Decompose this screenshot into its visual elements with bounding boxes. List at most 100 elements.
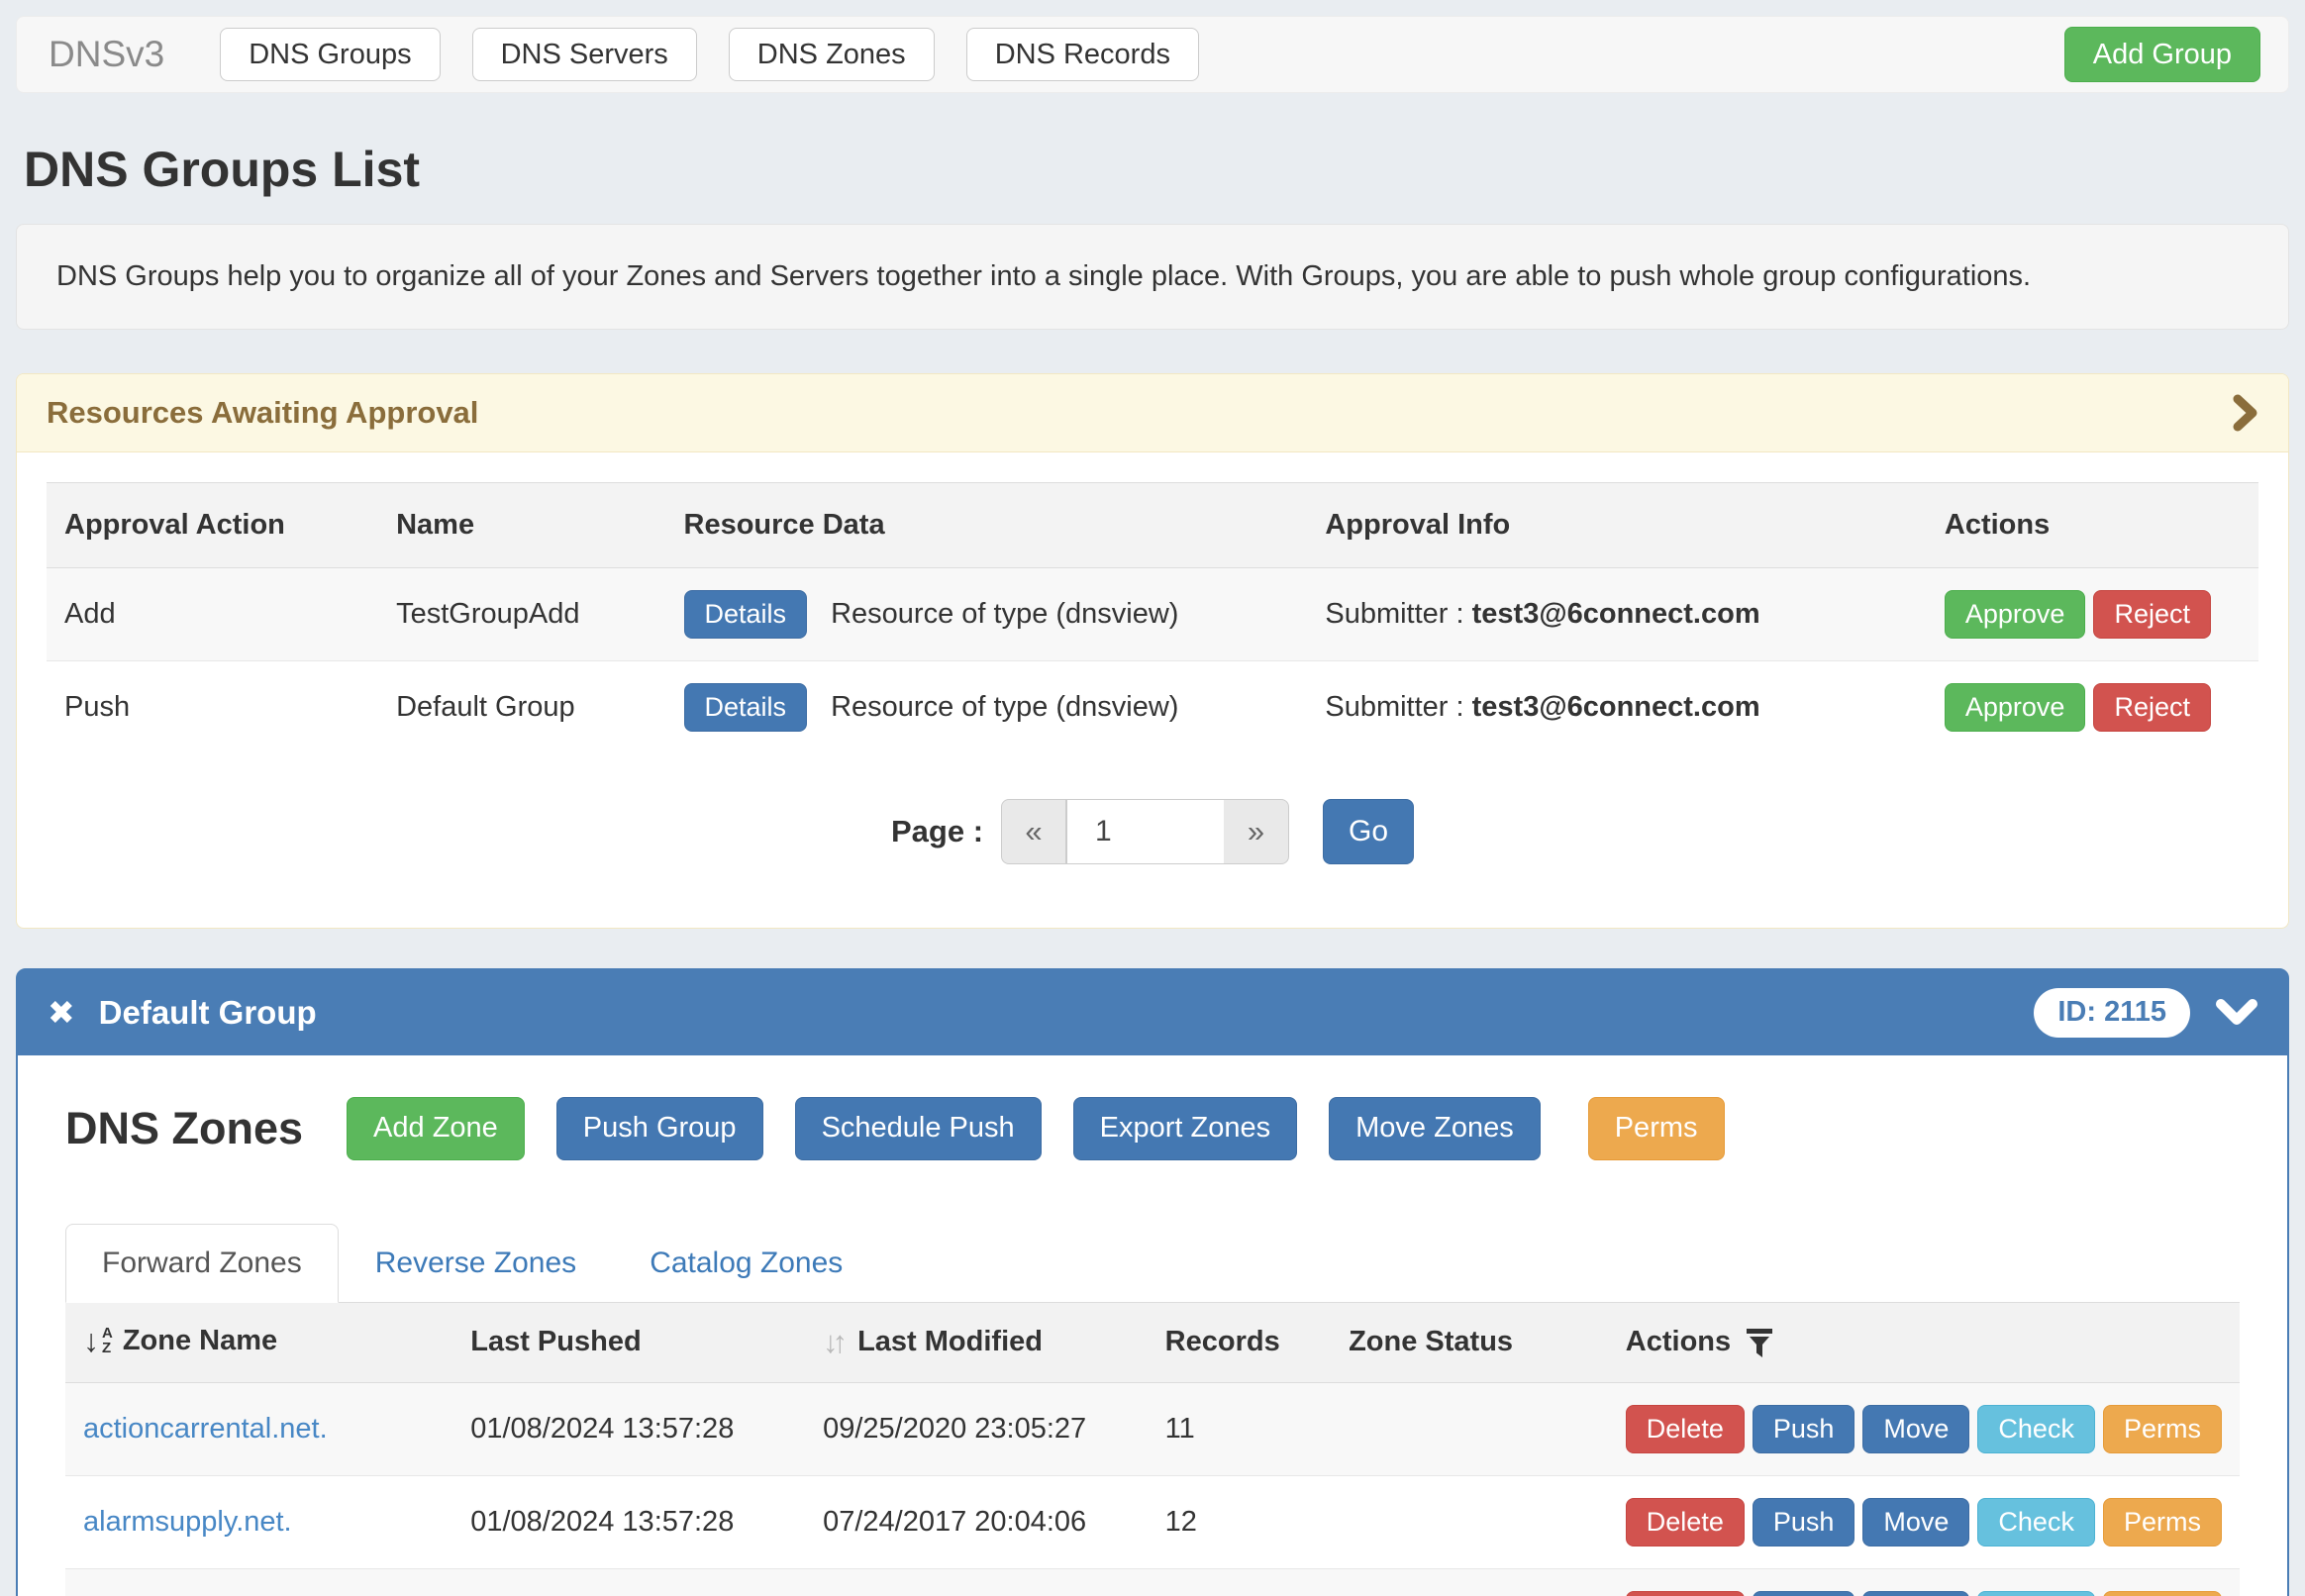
push-button[interactable]: Push <box>1753 1498 1855 1546</box>
approval-table-header-row: Approval Action Name Resource Data Appro… <box>47 483 2258 568</box>
col-last-modified: ↓↑ Last Modified <box>805 1303 1148 1383</box>
nav-button[interactable]: DNS Groups <box>220 28 440 81</box>
page-prev-button[interactable]: « <box>1001 799 1066 864</box>
zone-name-cell: actioncarrental.net. <box>65 1382 452 1475</box>
perms-button[interactable]: Perms <box>2103 1405 2222 1453</box>
pagination: Page : « » Go <box>47 799 2258 864</box>
zone-status-cell <box>1331 1382 1608 1475</box>
toolbar-button[interactable]: Move Zones <box>1329 1097 1541 1160</box>
nav-button[interactable]: DNS Servers <box>472 28 697 81</box>
zone-link[interactable]: alarmsupply.net. <box>83 1506 292 1538</box>
group-panel-header: ✖ Default Group ID: 2115 <box>18 970 2287 1055</box>
zone-tab[interactable]: Reverse Zones <box>339 1224 613 1303</box>
sort-icon[interactable]: ↓↑ <box>823 1325 848 1360</box>
zone-link[interactable]: actioncarrental.net. <box>83 1413 328 1445</box>
x-icon[interactable]: ✖ <box>48 996 75 1029</box>
perms-button[interactable]: Perms <box>2103 1591 2222 1596</box>
move-button[interactable]: Move <box>1862 1498 1969 1546</box>
delete-button[interactable]: Delete <box>1626 1591 1745 1596</box>
zone-name-cell: alarmsupply.net. <box>65 1475 452 1568</box>
zones-toolbar: DNS Zones Add Zone Push Group Schedule P… <box>65 1097 2240 1160</box>
nav-button[interactable]: DNS Zones <box>729 28 935 81</box>
zone-name-cell: allvalleyas.com. <box>65 1568 452 1596</box>
check-button[interactable]: Check <box>1977 1591 2095 1596</box>
zones-table: ↓ AZ Zone Name Last Pushed ↓↑ Last Modif… <box>65 1303 2240 1596</box>
delete-button[interactable]: Delete <box>1626 1405 1745 1453</box>
filter-icon[interactable] <box>1747 1327 1772 1358</box>
sort-alpha-down-icon[interactable]: ↓ AZ <box>83 1325 113 1356</box>
col-last-pushed: Last Pushed <box>452 1303 805 1383</box>
zone-status-cell <box>1331 1475 1608 1568</box>
records-cell: 11 <box>1148 1382 1331 1475</box>
group-panel: ✖ Default Group ID: 2115 DNS Zones Add Z… <box>16 968 2289 1596</box>
toolbar-button[interactable]: Push Group <box>556 1097 763 1160</box>
approval-resource-cell: Details Resource of type (dnsview) <box>666 568 1308 661</box>
zone-actions-cell: Delete Push Move Check Perms <box>1608 1475 2240 1568</box>
zone-actions-cell: Delete Push Move Check Perms <box>1608 1382 2240 1475</box>
col-approval-action: Approval Action <box>47 483 378 568</box>
approval-name-cell: TestGroupAdd <box>378 568 665 661</box>
last-pushed-cell: 01/08/2024 13:57:28 <box>452 1475 805 1568</box>
submitter-label: Submitter : <box>1325 598 1463 630</box>
go-button[interactable]: Go <box>1323 799 1414 864</box>
resource-data-text: Resource of type (dnsview) <box>831 691 1178 723</box>
approval-info-cell: Submitter : test3@6connect.com <box>1307 568 1927 661</box>
approval-panel-header: Resources Awaiting Approval <box>17 374 2288 452</box>
perms-button[interactable]: Perms <box>2103 1498 2222 1546</box>
col-approval-info: Approval Info <box>1307 483 1927 568</box>
zone-tab[interactable]: Forward Zones <box>65 1224 339 1303</box>
nav-button[interactable]: DNS Records <box>966 28 1199 81</box>
table-row: allvalleyas.com. 01/08/2024 13:57:35 01/… <box>65 1568 2240 1596</box>
col-actions: Actions <box>1927 483 2258 568</box>
toolbar-button[interactable]: Add Zone <box>347 1097 525 1160</box>
zones-section-title: DNS Zones <box>65 1103 303 1154</box>
approve-button[interactable]: Approve <box>1945 590 2086 639</box>
approve-button[interactable]: Approve <box>1945 683 2086 732</box>
approval-info-cell: Submitter : test3@6connect.com <box>1307 661 1927 754</box>
page-next-button[interactable]: » <box>1224 799 1289 864</box>
col-zone-status: Zone Status <box>1331 1303 1608 1383</box>
move-button[interactable]: Move <box>1862 1591 1969 1596</box>
approval-panel-body: Approval Action Name Resource Data Appro… <box>17 452 2288 928</box>
col-name: Name <box>378 483 665 568</box>
table-row: alarmsupply.net. 01/08/2024 13:57:28 07/… <box>65 1475 2240 1568</box>
delete-button[interactable]: Delete <box>1626 1498 1745 1546</box>
col-records: Records <box>1148 1303 1331 1383</box>
table-row: actioncarrental.net. 01/08/2024 13:57:28… <box>65 1382 2240 1475</box>
push-button[interactable]: Push <box>1753 1591 1855 1596</box>
submitter-label: Submitter : <box>1325 691 1463 723</box>
page-number-input[interactable] <box>1066 799 1224 864</box>
check-button[interactable]: Check <box>1977 1498 2095 1546</box>
col-resource-data: Resource Data <box>666 483 1308 568</box>
records-cell: 12 <box>1148 1475 1331 1568</box>
zone-actions-cell: Delete Push Move Check Perms <box>1608 1568 2240 1596</box>
add-group-button[interactable]: Add Group <box>2064 27 2260 82</box>
zone-tab[interactable]: Catalog Zones <box>613 1224 879 1303</box>
check-button[interactable]: Check <box>1977 1405 2095 1453</box>
approval-action-cell: Push <box>47 661 378 754</box>
approval-name-cell: Default Group <box>378 661 665 754</box>
details-button[interactable]: Details <box>684 683 808 732</box>
reject-button[interactable]: Reject <box>2093 683 2211 732</box>
page-title: DNS Groups List <box>24 141 2281 198</box>
last-modified-cell: 09/25/2020 23:05:27 <box>805 1382 1148 1475</box>
approval-action-cell: Add <box>47 568 378 661</box>
zone-status-cell <box>1331 1568 1608 1596</box>
page: DNSv3 DNS Groups DNS Servers DNS Zones D… <box>0 0 2305 1596</box>
chevron-right-icon[interactable] <box>2233 394 2258 432</box>
zones-table-header-row: ↓ AZ Zone Name Last Pushed ↓↑ Last Modif… <box>65 1303 2240 1383</box>
approval-row: Add TestGroupAdd Details Resource of typ… <box>47 568 2258 661</box>
move-button[interactable]: Move <box>1862 1405 1969 1453</box>
toolbar-button[interactable]: Export Zones <box>1073 1097 1297 1160</box>
reject-button[interactable]: Reject <box>2093 590 2211 639</box>
toolbar-button[interactable]: Perms <box>1588 1097 1725 1160</box>
top-navbar: DNSv3 DNS Groups DNS Servers DNS Zones D… <box>16 16 2289 93</box>
chevron-down-icon[interactable] <box>2216 999 2257 1027</box>
group-panel-title: Default Group <box>99 994 317 1032</box>
col-zone-actions: Actions <box>1608 1303 2240 1383</box>
col-zone-name: ↓ AZ Zone Name <box>65 1303 452 1383</box>
submitter-email: test3@6connect.com <box>1472 691 1760 723</box>
toolbar-button[interactable]: Schedule Push <box>795 1097 1042 1160</box>
details-button[interactable]: Details <box>684 590 808 639</box>
push-button[interactable]: Push <box>1753 1405 1855 1453</box>
